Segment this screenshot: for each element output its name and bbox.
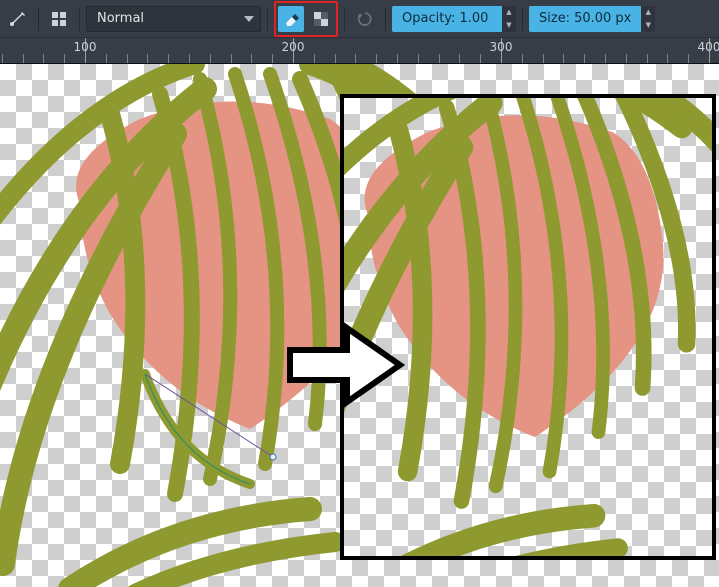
- ruler-tick-minor: [314, 54, 315, 64]
- eraser-mode-button[interactable]: [278, 6, 304, 32]
- ruler-tick-minor: [688, 54, 689, 64]
- canvas-area[interactable]: [0, 64, 719, 587]
- reload-icon[interactable]: [351, 5, 379, 33]
- ruler-tick-minor: [584, 54, 585, 64]
- opacity-label: Opacity:: [402, 11, 455, 26]
- ruler-tick-minor: [210, 54, 211, 64]
- chevron-down-icon: [244, 16, 254, 22]
- ruler-tick-minor: [2, 54, 3, 64]
- blend-mode-select[interactable]: Normal: [86, 6, 261, 32]
- grid-icon[interactable]: [45, 5, 73, 33]
- ruler-tick-minor: [106, 54, 107, 64]
- ruler-tick-minor: [272, 54, 273, 64]
- eraser-highlight: [274, 1, 338, 37]
- size-field[interactable]: Size: 50.00 px ▲ ▼: [529, 6, 655, 32]
- ruler-tick-minor: [605, 54, 606, 64]
- separator: [38, 7, 39, 31]
- horizontal-ruler: 100 200 300 400: [0, 38, 719, 64]
- ruler-tick-label: 200: [282, 40, 305, 54]
- separator: [79, 7, 80, 31]
- bezier-node[interactable]: [270, 454, 277, 461]
- ruler-tick-minor: [480, 54, 481, 64]
- path-tool-icon[interactable]: [4, 5, 32, 33]
- size-stepper[interactable]: ▲ ▼: [641, 6, 655, 32]
- ruler-tick-minor: [667, 54, 668, 64]
- ruler-tick-minor: [439, 54, 440, 64]
- ruler-tick-minor: [231, 54, 232, 64]
- opacity-stepper[interactable]: ▲ ▼: [502, 6, 516, 32]
- ruler-tick-minor: [43, 54, 44, 64]
- separator: [267, 7, 268, 31]
- arrow-icon: [285, 322, 405, 408]
- ruler-tick-minor: [168, 54, 169, 64]
- ruler-tick-minor: [397, 54, 398, 64]
- chevron-down-icon[interactable]: ▼: [641, 19, 655, 32]
- ruler-tick-minor: [543, 54, 544, 64]
- ruler-tick-minor: [355, 54, 356, 64]
- alpha-lock-icon[interactable]: [308, 6, 334, 32]
- chevron-down-icon[interactable]: ▼: [502, 19, 516, 32]
- ruler-tick-minor: [563, 54, 564, 64]
- opacity-value: 1.00: [459, 11, 488, 26]
- ruler-tick-minor: [127, 54, 128, 64]
- separator: [385, 7, 386, 31]
- ruler-tick-minor: [335, 54, 336, 64]
- ruler-tick-minor: [251, 54, 252, 64]
- size-label: Size:: [539, 11, 570, 26]
- opacity-field[interactable]: Opacity: 1.00 ▲ ▼: [392, 6, 516, 32]
- ruler-tick-minor: [376, 54, 377, 64]
- separator: [344, 7, 345, 31]
- blend-mode-value: Normal: [97, 11, 144, 26]
- ruler-tick-label: 100: [74, 40, 97, 54]
- ruler-tick-minor: [459, 54, 460, 64]
- ruler-tick-label: 300: [490, 40, 513, 54]
- chevron-up-icon[interactable]: ▲: [641, 6, 655, 19]
- ruler-tick-minor: [189, 54, 190, 64]
- ruler-tick-minor: [647, 54, 648, 64]
- toolbar: Normal Opa: [0, 0, 719, 38]
- size-value: 50.00 px: [574, 11, 631, 26]
- ruler-tick-minor: [64, 54, 65, 64]
- ruler-tick-minor: [147, 54, 148, 64]
- chevron-up-icon[interactable]: ▲: [502, 6, 516, 19]
- ruler-tick-minor: [626, 54, 627, 64]
- ruler-tick-label: 400: [698, 40, 719, 54]
- separator: [522, 7, 523, 31]
- ruler-tick-minor: [23, 54, 24, 64]
- ruler-tick-minor: [418, 54, 419, 64]
- ruler-tick-minor: [522, 54, 523, 64]
